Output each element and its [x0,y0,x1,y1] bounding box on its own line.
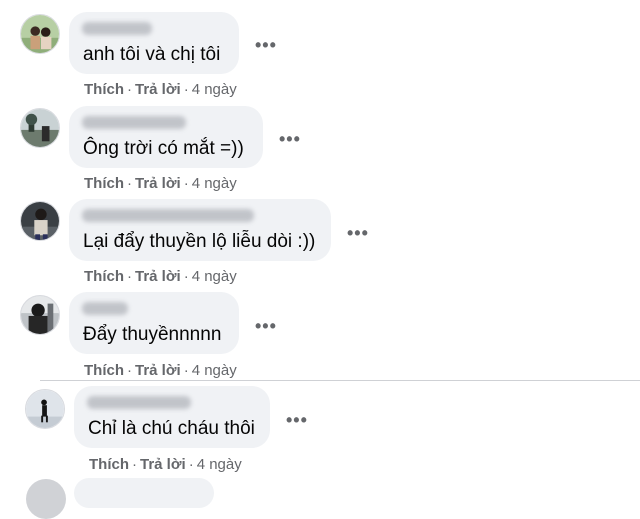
comment-actions: Thích · Trả lời · 4 ngày [89,456,242,473]
timestamp[interactable]: 4 ngày [192,362,237,379]
separator: · [183,81,189,98]
reply-link[interactable]: Trả lời [140,456,186,473]
separator: · [127,362,132,379]
reply-link[interactable]: Trả lời [135,268,181,285]
avatar[interactable] [20,14,60,54]
comment-text: Đẩy thuyềnnnnn [83,324,222,345]
avatar-photo-icon [26,390,64,428]
separator: · [127,268,132,285]
separator: · [127,81,132,98]
comment-actions: Thích · Trả lời · 4 ngày [84,175,237,192]
author-name-blurred[interactable] [82,302,128,315]
reply-link[interactable]: Trả lời [135,362,181,379]
avatar[interactable] [20,201,60,241]
comment-text: anh tôi và chị tôi [83,44,221,65]
avatar-photo-icon [21,202,59,240]
comment-bubble: Lại đẩy thuyền lộ liễu dòi :)) [69,199,331,261]
separator: · [183,362,189,379]
comment-text: Lại đẩy thuyền lộ liễu dòi :)) [83,231,316,252]
comment-text: Chỉ là chú cháu thôi [88,418,255,439]
timestamp[interactable]: 4 ngày [192,268,237,285]
author-name-blurred[interactable] [82,22,152,35]
like-link[interactable]: Thích [84,81,124,98]
separator: · [183,268,189,285]
comment-actions: Thích · Trả lời · 4 ngày [84,362,237,379]
avatar-photo-icon [21,296,59,334]
like-link[interactable]: Thích [84,175,124,192]
like-link[interactable]: Thích [84,268,124,285]
reply-link[interactable]: Trả lời [135,175,181,192]
separator: · [132,456,137,473]
comment-bubble: Đẩy thuyềnnnnn [69,292,239,354]
more-options-icon[interactable]: ••• [286,411,308,429]
author-name-blurred[interactable] [87,396,191,409]
section-divider [40,380,640,381]
comment-bubble: Chỉ là chú cháu thôi [74,386,270,448]
like-link[interactable]: Thích [89,456,129,473]
comment-text: Ông trời có mắt =)) [83,138,244,159]
avatar[interactable] [25,389,65,429]
comment-bubble: Ông trời có mắt =)) [69,106,263,168]
author-name-blurred[interactable] [82,116,186,129]
timestamp[interactable]: 4 ngày [192,175,237,192]
separator: · [188,456,194,473]
separator: · [127,175,132,192]
more-options-icon[interactable]: ••• [255,36,277,54]
comment-bubble [74,478,214,508]
like-link[interactable]: Thích [84,362,124,379]
more-options-icon[interactable]: ••• [279,130,301,148]
avatar[interactable] [20,108,60,148]
avatar[interactable] [20,295,60,335]
avatar-photo-icon [21,15,59,53]
comment-actions: Thích · Trả lời · 4 ngày [84,268,237,285]
avatar-photo-icon [21,109,59,147]
comment-actions: Thích · Trả lời · 4 ngày [84,81,237,98]
more-options-icon[interactable]: ••• [255,317,277,335]
comment-bubble: anh tôi và chị tôi [69,12,239,74]
author-name-blurred[interactable] [82,209,254,222]
reply-link[interactable]: Trả lời [135,81,181,98]
timestamp[interactable]: 4 ngày [192,81,237,98]
more-options-icon[interactable]: ••• [347,224,369,242]
timestamp[interactable]: 4 ngày [197,456,242,473]
separator: · [183,175,189,192]
avatar[interactable] [26,479,66,519]
